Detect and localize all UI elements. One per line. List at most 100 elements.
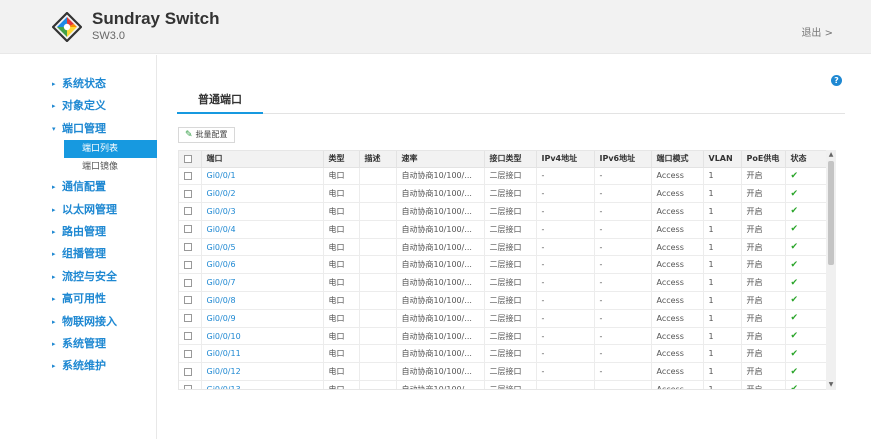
- row-checkbox[interactable]: [184, 260, 192, 269]
- sidebar-item-label: 系统管理: [62, 336, 106, 350]
- sidebar-item-system-maintenance[interactable]: ▸ 系统维护: [52, 355, 157, 377]
- sidebar-item-communication-config[interactable]: ▸ 通信配置: [52, 176, 157, 198]
- table-row[interactable]: Gi0/0/5 电口 自动协商10/100/... 二层接口 - - Access 1 开启 ✔: [179, 238, 828, 257]
- sidebar-item-system-management[interactable]: ▸ 系统管理: [52, 333, 157, 355]
- port-cell[interactable]: Gi0/0/4: [201, 220, 324, 239]
- row-checkbox[interactable]: [184, 314, 192, 323]
- scroll-thumb[interactable]: [828, 161, 834, 265]
- column-header-description[interactable]: 描述: [359, 151, 397, 168]
- row-checkbox[interactable]: [184, 296, 192, 305]
- ipv6-cell: -: [594, 167, 652, 186]
- chevron-right-icon: ▸: [52, 272, 56, 281]
- sidebar-item-routing-management[interactable]: ▸ 路由管理: [52, 221, 157, 243]
- port-cell[interactable]: Gi0/0/12: [201, 362, 324, 382]
- table-row[interactable]: Gi0/0/9 电口 自动协商10/100/... 二层接口 - - Access 1 开启 ✔: [179, 309, 828, 328]
- port-cell[interactable]: Gi0/0/8: [201, 291, 324, 310]
- sidebar-item-flow-control-security[interactable]: ▸ 流控与安全: [52, 266, 157, 288]
- table-row[interactable]: Gi0/0/2 电口 自动协商10/100/... 二层接口 - - Access 1 开启 ✔: [179, 184, 828, 204]
- logout-link[interactable]: 退出 >: [801, 24, 833, 39]
- table-row[interactable]: Gi0/0/3 电口 自动协商10/100/... 二层接口 - - Access 1 开启 ✔: [179, 202, 828, 221]
- port-cell[interactable]: Gi0/0/2: [201, 184, 324, 204]
- port-cell[interactable]: Gi0/0/5: [201, 238, 324, 257]
- port-cell[interactable]: Gi0/0/3: [201, 202, 324, 221]
- sidebar-item-high-availability[interactable]: ▸ 高可用性: [52, 288, 157, 310]
- interface-type-cell: 二层接口: [484, 238, 537, 257]
- vlan-cell: 1: [703, 167, 742, 186]
- sidebar-item-multicast-management[interactable]: ▸ 组播管理: [52, 243, 157, 265]
- sidebar-item-label: 系统维护: [62, 359, 106, 373]
- column-header-type[interactable]: 类型: [323, 151, 360, 168]
- column-header-ipv4[interactable]: IPv4地址: [536, 151, 595, 168]
- port-cell[interactable]: Gi0/0/11: [201, 344, 324, 364]
- row-checkbox[interactable]: [184, 367, 192, 376]
- rate-cell: 自动协商10/100/...: [396, 327, 485, 346]
- ipv6-cell: -: [594, 220, 652, 239]
- sidebar-item-ethernet-management[interactable]: ▸ 以太网管理: [52, 199, 157, 221]
- sidebar-item-object-definition[interactable]: ▸ 对象定义: [52, 95, 157, 117]
- poe-cell: 开启: [741, 202, 786, 221]
- port-cell[interactable]: Gi0/0/13: [201, 380, 324, 389]
- row-checkbox[interactable]: [184, 171, 192, 180]
- row-checkbox[interactable]: [184, 385, 192, 389]
- row-checkbox[interactable]: [184, 349, 192, 358]
- port-cell[interactable]: Gi0/0/7: [201, 273, 324, 293]
- sidebar-item-label: 流控与安全: [62, 269, 117, 283]
- column-header-ipv6[interactable]: IPv6地址: [594, 151, 652, 168]
- row-checkbox[interactable]: [184, 189, 192, 198]
- ipv6-cell: -: [594, 327, 652, 346]
- column-header-status[interactable]: 状态: [785, 151, 828, 168]
- ipv6-cell: -: [594, 344, 652, 364]
- ipv4-cell: -: [536, 167, 595, 186]
- table-row[interactable]: Gi0/0/12 电口 自动协商10/100/... 二层接口 - - Access 1 开启 ✔: [179, 362, 828, 382]
- sidebar-subitem-port-mirror[interactable]: 端口镜像: [64, 158, 157, 176]
- sidebar-subitem-port-list[interactable]: 端口列表: [64, 140, 157, 159]
- row-checkbox[interactable]: [184, 207, 192, 216]
- column-header-port[interactable]: 端口: [201, 151, 324, 168]
- row-select-cell: [179, 167, 202, 186]
- table-row[interactable]: Gi0/0/13 电口 自动协商10/100/... 二层接口 - - Access 1 开启 ✔: [179, 380, 828, 389]
- select-all-checkbox[interactable]: [184, 154, 192, 163]
- sidebar-item-port-management[interactable]: ▾ 端口管理: [52, 118, 157, 140]
- table-row[interactable]: Gi0/0/6 电口 自动协商10/100/... 二层接口 - - Access 1 开启 ✔: [179, 255, 828, 275]
- scroll-down-arrow-icon[interactable]: ▼: [826, 380, 836, 390]
- ipv4-cell: -: [536, 184, 595, 204]
- table-row[interactable]: Gi0/0/11 电口 自动协商10/100/... 二层接口 - - Access 1 开启 ✔: [179, 344, 828, 364]
- column-header-poe[interactable]: PoE供电: [741, 151, 786, 168]
- table-row[interactable]: Gi0/0/4 电口 自动协商10/100/... 二层接口 - - Access 1 开启 ✔: [179, 220, 828, 239]
- port-cell[interactable]: Gi0/0/1: [201, 167, 324, 186]
- row-checkbox[interactable]: [184, 243, 192, 252]
- batch-config-button[interactable]: ✎ 批量配置: [178, 127, 235, 143]
- vlan-cell: 1: [703, 220, 742, 239]
- status-check-icon: ✔: [785, 167, 828, 186]
- tab-bar: 普通端口: [177, 88, 845, 114]
- table-row[interactable]: Gi0/0/8 电口 自动协商10/100/... 二层接口 - - Access 1 开启 ✔: [179, 291, 828, 310]
- table-row[interactable]: Gi0/0/1 电口 自动协商10/100/... 二层接口 - - Access 1 开启 ✔: [179, 167, 828, 186]
- sidebar-item-label: 通信配置: [62, 180, 106, 194]
- column-header-vlan[interactable]: VLAN: [703, 151, 742, 168]
- port-mode-cell: Access: [651, 362, 704, 382]
- rate-cell: 自动协商10/100/...: [396, 184, 485, 204]
- poe-cell: 开启: [741, 309, 786, 328]
- tab-regular-ports[interactable]: 普通端口: [177, 88, 263, 114]
- port-cell[interactable]: Gi0/0/9: [201, 309, 324, 328]
- row-select-cell: [179, 220, 202, 239]
- port-mode-cell: Access: [651, 255, 704, 275]
- row-checkbox[interactable]: [184, 278, 192, 287]
- scroll-up-arrow-icon[interactable]: ▲: [826, 150, 836, 160]
- port-mode-cell: Access: [651, 273, 704, 293]
- table-scrollbar[interactable]: ▲ ▼: [826, 150, 836, 390]
- port-cell[interactable]: Gi0/0/10: [201, 327, 324, 346]
- column-header-port-mode[interactable]: 端口模式: [651, 151, 704, 168]
- row-checkbox[interactable]: [184, 332, 192, 341]
- chevron-right-icon: ▸: [52, 227, 56, 236]
- column-header-interface-type[interactable]: 接口类型: [484, 151, 537, 168]
- column-header-rate[interactable]: 速率: [396, 151, 485, 168]
- table-row[interactable]: Gi0/0/7 电口 自动协商10/100/... 二层接口 - - Access 1 开启 ✔: [179, 273, 828, 293]
- help-icon[interactable]: ?: [831, 75, 842, 86]
- sidebar-item-iot-access[interactable]: ▸ 物联网接入: [52, 311, 157, 333]
- table-row[interactable]: Gi0/0/10 电口 自动协商10/100/... 二层接口 - - Access 1 开启 ✔: [179, 327, 828, 346]
- row-checkbox[interactable]: [184, 225, 192, 234]
- sidebar-item-system-status[interactable]: ▸ 系统状态: [52, 73, 157, 95]
- port-cell[interactable]: Gi0/0/6: [201, 255, 324, 275]
- chevron-right-icon: ▸: [52, 362, 56, 371]
